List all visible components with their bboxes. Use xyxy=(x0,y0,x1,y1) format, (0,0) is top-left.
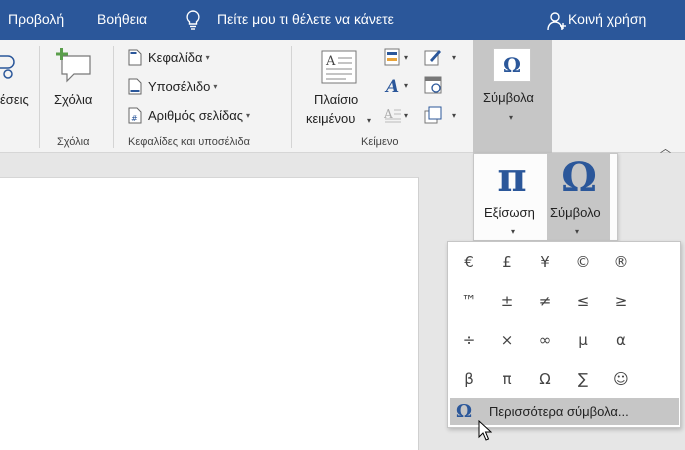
links-icon xyxy=(0,55,15,79)
new-comment-icon[interactable] xyxy=(56,46,96,86)
pi-icon: π xyxy=(497,154,527,201)
omega-icon: Ω xyxy=(561,154,597,201)
wordart-icon[interactable]: A xyxy=(384,76,402,94)
text-box-label-line1[interactable]: Πλαίσιο xyxy=(314,92,358,107)
symbol-cell[interactable]: ∑ xyxy=(564,359,602,398)
quick-parts-icon[interactable] xyxy=(384,48,400,66)
symbol-cell[interactable]: ☺ xyxy=(602,359,640,398)
symbol-cell[interactable]: ™ xyxy=(450,281,488,320)
chevron-down-icon[interactable]: ▾ xyxy=(452,111,456,120)
symbols-label: Σύμβολα xyxy=(483,90,534,105)
symbol-cell[interactable]: £ xyxy=(488,242,526,281)
mouse-cursor-icon xyxy=(478,420,492,441)
svg-text:A: A xyxy=(384,77,399,94)
symbol-cell[interactable]: π xyxy=(488,359,526,398)
chevron-down-icon[interactable]: ▾ xyxy=(452,53,456,62)
svg-text:#: # xyxy=(131,114,138,123)
omega-icon: Ω xyxy=(456,401,473,422)
partial-button-label[interactable]: έσεις xyxy=(0,92,29,107)
symbol-cell[interactable]: ® xyxy=(602,242,640,281)
symbol-cell[interactable]: ≥ xyxy=(602,281,640,320)
drop-cap-icon[interactable]: A xyxy=(384,106,402,124)
chevron-down-icon[interactable]: ▾ xyxy=(404,81,408,90)
header-footer-group-label: Κεφαλίδες και υποσέλιδα xyxy=(128,136,250,148)
share-button[interactable]: Κοινή χρήση xyxy=(546,9,676,33)
tab-view[interactable]: Προβολή xyxy=(8,11,64,27)
page-number-icon: # xyxy=(128,107,142,123)
footer-label: Υποσέλιδο xyxy=(148,78,211,94)
footer-button[interactable]: Υποσέλιδο ▾ xyxy=(128,75,217,97)
comments-button[interactable]: Σχόλια xyxy=(54,92,92,107)
more-symbols-label: Περισσότερα σύμβολα... xyxy=(489,404,629,419)
chevron-down-icon[interactable]: ▾ xyxy=(404,111,408,120)
comments-group-label: Σχόλια xyxy=(57,136,90,148)
chevron-down-icon: ▾ xyxy=(205,52,210,62)
omega-icon: Ω xyxy=(493,48,531,82)
share-label: Κοινή χρήση xyxy=(568,11,647,27)
page-number-button[interactable]: # Αριθμός σελίδας ▾ xyxy=(128,104,250,126)
ribbon: έσεις Σχόλια Σχόλια Κεφαλίδα ▾ Υποσέλιδο… xyxy=(0,40,685,155)
symbol-label: Σύμβολο xyxy=(550,205,601,220)
chevron-down-icon[interactable]: ▾ xyxy=(367,116,371,125)
header-icon xyxy=(128,49,142,65)
person-icon xyxy=(547,12,566,31)
symbol-cell[interactable]: µ xyxy=(564,320,602,359)
group-separator xyxy=(39,46,40,148)
chevron-down-icon: ▾ xyxy=(575,227,580,236)
chevron-down-icon: ▾ xyxy=(509,113,514,122)
date-time-icon[interactable] xyxy=(424,76,442,94)
equation-button[interactable]: π Εξίσωση ▾ xyxy=(474,154,547,240)
footer-icon xyxy=(128,78,142,94)
svg-text:A: A xyxy=(325,54,336,69)
text-group-label: Κείμενο xyxy=(361,136,399,148)
symbol-grid: € £ ¥ © ® ™ ± ≠ ≤ ≥ ÷ × ∞ µ α β π Ω ∑ ☺ xyxy=(450,242,640,398)
symbol-cell[interactable]: α xyxy=(602,320,640,359)
symbol-cell[interactable]: ≠ xyxy=(526,281,564,320)
page-number-label: Αριθμός σελίδας xyxy=(148,107,244,123)
symbol-gallery: € £ ¥ © ® ™ ± ≠ ≤ ≥ ÷ × ∞ µ α β π Ω ∑ ☺ Ω Περισσότερα σύμβο… xyxy=(447,241,681,428)
text-box-label-line2[interactable]: κειμένου xyxy=(306,111,355,126)
symbol-cell[interactable]: € xyxy=(450,242,488,281)
equation-label: Εξίσωση xyxy=(484,205,535,220)
text-box-icon[interactable]: A xyxy=(321,50,357,84)
tab-help[interactable]: Βοήθεια xyxy=(97,11,147,27)
document-page[interactable] xyxy=(0,177,419,450)
ribbon-tab-bar: Προβολή Βοήθεια Πείτε μου τι θέλετε να κ… xyxy=(0,0,685,40)
symbols-dropdown: π Εξίσωση ▾ Ω Σύμβολο ▾ xyxy=(473,153,618,241)
symbol-cell[interactable]: ÷ xyxy=(450,320,488,359)
symbol-cell[interactable]: ∞ xyxy=(526,320,564,359)
chevron-down-icon: ▾ xyxy=(213,81,218,91)
header-button[interactable]: Κεφαλίδα ▾ xyxy=(128,46,210,68)
group-separator xyxy=(291,46,292,148)
symbols-button[interactable]: Ω Σύμβολα ▾ xyxy=(473,40,552,153)
symbol-cell[interactable]: β xyxy=(450,359,488,398)
symbol-cell[interactable]: ¥ xyxy=(526,242,564,281)
symbol-cell[interactable]: © xyxy=(564,242,602,281)
object-icon[interactable] xyxy=(424,106,442,124)
symbol-cell[interactable]: ≤ xyxy=(564,281,602,320)
symbol-cell[interactable]: Ω xyxy=(526,359,564,398)
chevron-down-icon: ▾ xyxy=(246,110,251,120)
group-separator xyxy=(113,46,114,148)
chevron-down-icon[interactable]: ▾ xyxy=(404,53,408,62)
tell-me-search[interactable]: Πείτε μου τι θέλετε να κάνετε xyxy=(217,11,394,27)
symbol-cell[interactable]: × xyxy=(488,320,526,359)
header-label: Κεφαλίδα xyxy=(148,49,203,65)
signature-line-icon[interactable] xyxy=(424,48,442,66)
lightbulb-icon xyxy=(186,10,200,30)
symbol-button[interactable]: Ω Σύμβολο ▾ xyxy=(547,154,610,240)
chevron-down-icon: ▾ xyxy=(511,227,516,236)
symbol-cell[interactable]: ± xyxy=(488,281,526,320)
